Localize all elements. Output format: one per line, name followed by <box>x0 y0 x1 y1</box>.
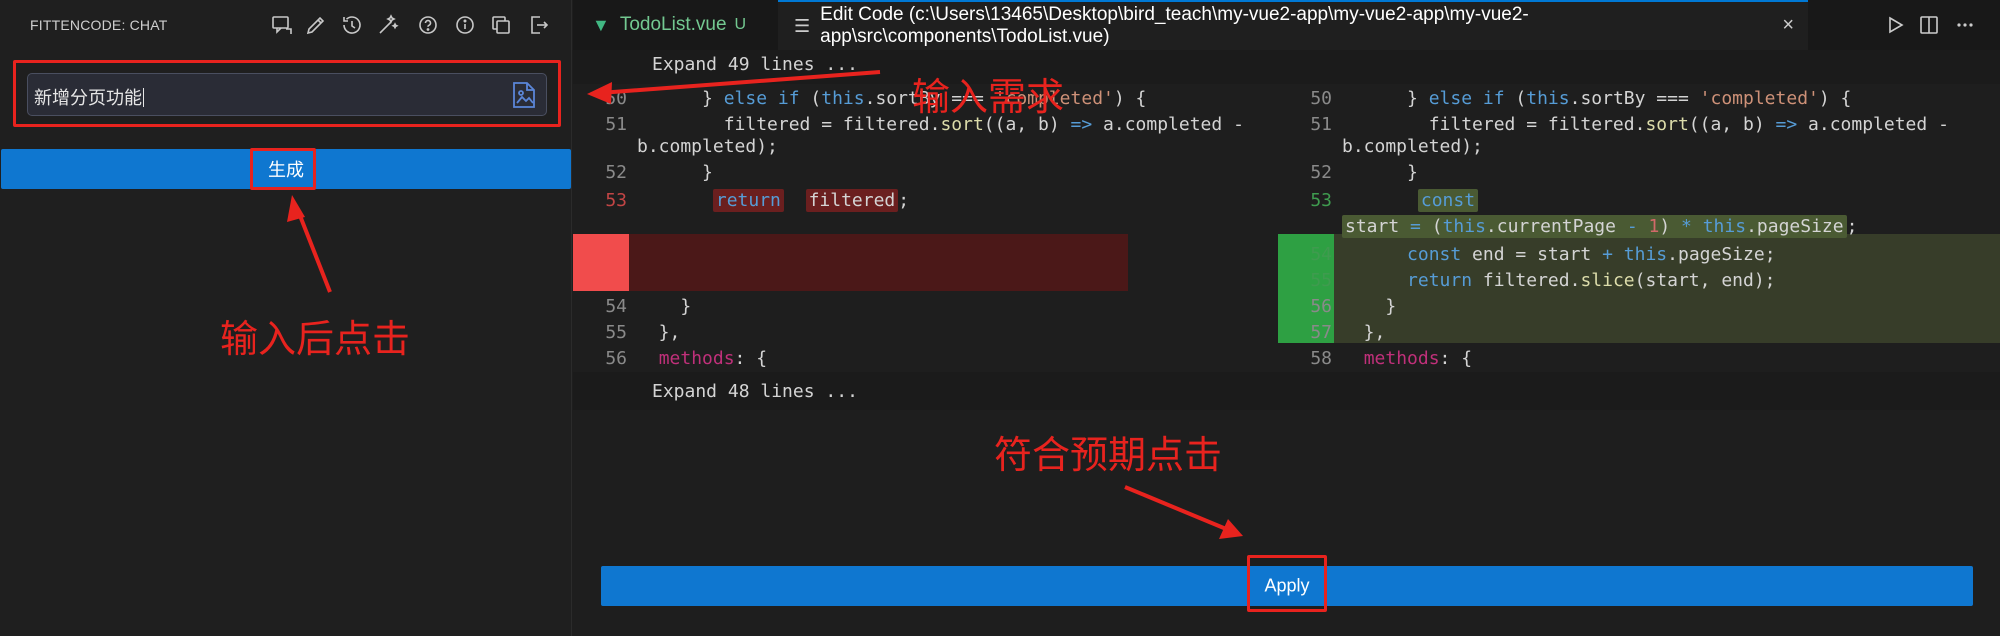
arrow-head-input <box>587 82 612 104</box>
arrow-to-apply <box>1124 485 1232 533</box>
arrow-to-input <box>599 70 881 95</box>
annotation-arrows <box>287 70 1243 539</box>
arrow-to-generate <box>295 207 332 293</box>
